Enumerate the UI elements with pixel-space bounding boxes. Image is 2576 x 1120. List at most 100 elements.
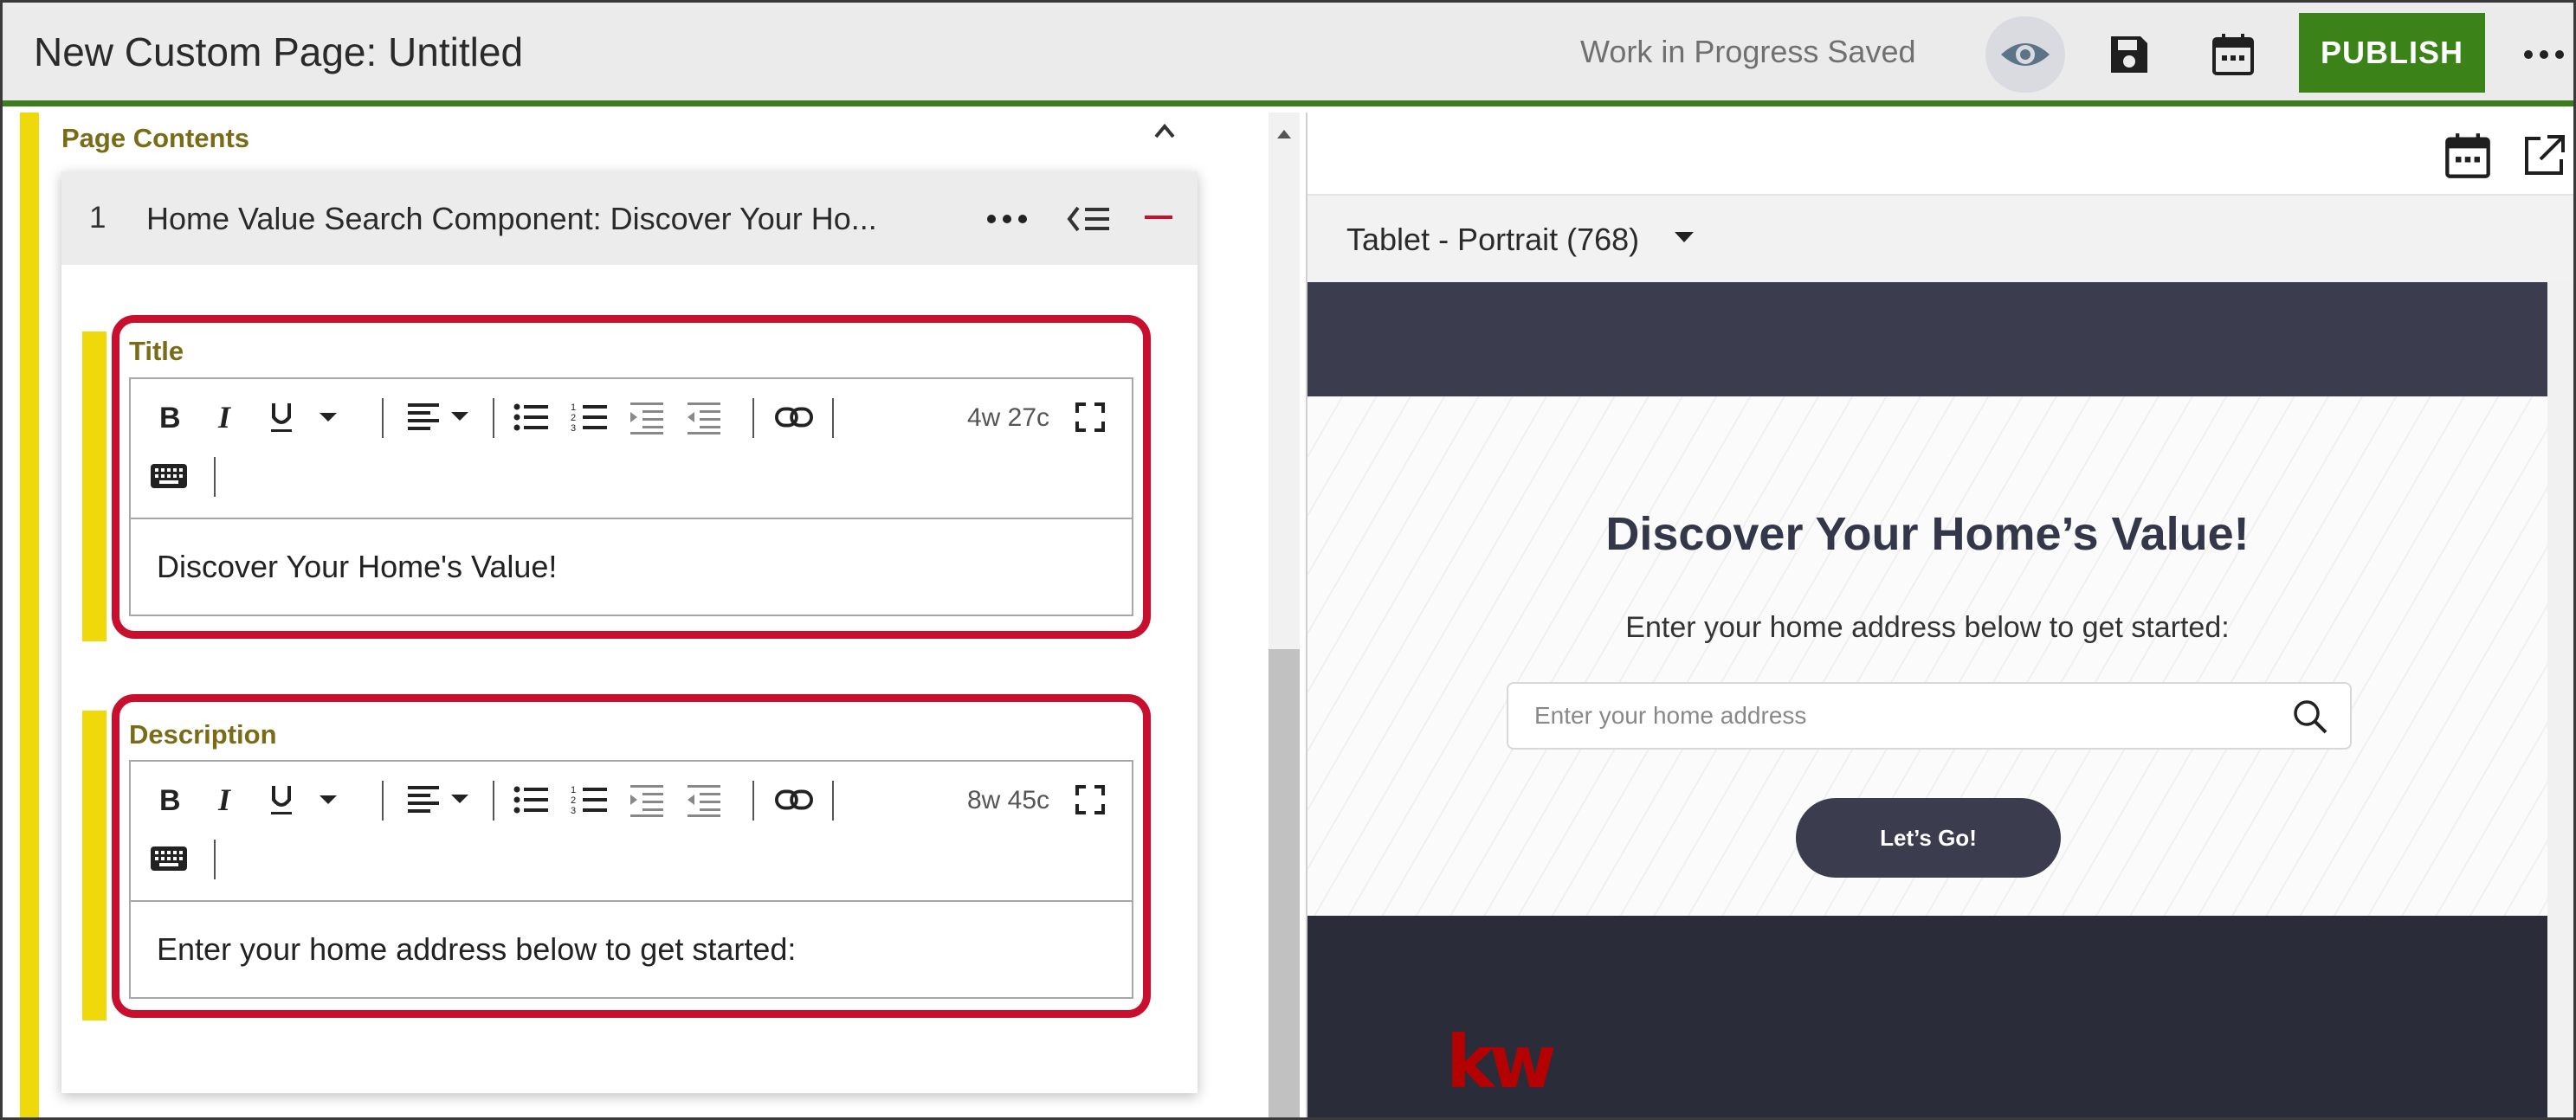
keyboard-button[interactable]: [150, 457, 188, 495]
preview-footer: kw: [1307, 916, 2547, 1117]
preview-top-band: [1307, 282, 2547, 396]
preview-eye-button[interactable]: [1985, 16, 2065, 93]
preview-schedule-button[interactable]: [2444, 132, 2492, 180]
title-field-accent: [82, 331, 107, 641]
indent-icon: [630, 402, 663, 434]
preview-heading: Discover Your Home’s Value!: [1605, 508, 2250, 560]
toolbar-divider: [752, 398, 754, 438]
bold-button[interactable]: B: [150, 781, 188, 819]
toolbar-divider: [832, 781, 834, 821]
svg-text:I: I: [217, 402, 232, 433]
toolbar-divider: [752, 781, 754, 821]
bold-icon: B: [159, 784, 181, 815]
caret-down-icon: [320, 795, 337, 804]
collapse-fields-button[interactable]: [1066, 197, 1114, 241]
bulleted-list-button[interactable]: [512, 781, 550, 819]
minus-icon: [1145, 216, 1172, 219]
underline-button[interactable]: [262, 781, 300, 819]
bulleted-list-button[interactable]: [512, 398, 550, 436]
component-number: 1: [89, 201, 107, 235]
numbered-list-icon: 123: [571, 785, 607, 816]
indent-icon: [630, 785, 663, 817]
search-icon[interactable]: [2291, 698, 2329, 736]
outdent-button[interactable]: [685, 398, 723, 436]
preview-scrollbar[interactable]: [2547, 282, 2573, 1117]
device-selector[interactable]: Tablet - Portrait (768): [1346, 222, 1639, 258]
device-dropdown-button[interactable]: [1671, 227, 1697, 248]
title-text-area[interactable]: Discover Your Home's Value!: [131, 519, 1132, 615]
underline-button[interactable]: [262, 398, 300, 436]
link-button[interactable]: [775, 781, 813, 819]
toolbar-divider: [214, 457, 216, 497]
numbered-list-button[interactable]: 123: [571, 398, 609, 436]
indent-button[interactable]: [628, 398, 666, 436]
publish-button[interactable]: PUBLISH: [2299, 13, 2485, 93]
preview-topbar: [1307, 113, 2573, 196]
lets-go-button[interactable]: Let’s Go!: [1796, 798, 2061, 878]
svg-text:2: 2: [571, 413, 576, 423]
collapse-section-button[interactable]: [1150, 118, 1179, 144]
title-word-count: 4w 27c: [967, 403, 1050, 432]
link-button[interactable]: [775, 398, 813, 436]
save-button[interactable]: [2089, 16, 2169, 93]
svg-text:3: 3: [571, 423, 576, 434]
more-format-dropdown[interactable]: [309, 398, 347, 436]
description-toolbar: B I 123 8w 45c: [131, 762, 1132, 902]
schedule-button[interactable]: [2193, 16, 2273, 93]
address-input[interactable]: [1508, 684, 2270, 748]
svg-text:2: 2: [571, 795, 576, 806]
editor-panel: Page Contents 1 Home Value Search Compon…: [3, 113, 1306, 1117]
outdent-icon: [688, 402, 720, 434]
component-more-button[interactable]: [981, 197, 1033, 241]
description-text-area[interactable]: Enter your home address below to get sta…: [131, 902, 1132, 997]
keyboard-icon: [151, 464, 187, 488]
scroll-up-button[interactable]: [1272, 125, 1296, 144]
fullscreen-button[interactable]: [1071, 398, 1109, 436]
outdent-button[interactable]: [685, 781, 723, 819]
open-external-button[interactable]: [2520, 132, 2568, 180]
component-header[interactable]: 1 Home Value Search Component: Discover …: [61, 171, 1198, 265]
more-icon: [987, 215, 1027, 223]
remove-component-button[interactable]: [1140, 196, 1178, 239]
svg-text:I: I: [217, 784, 232, 815]
underline-icon: [271, 786, 292, 814]
svg-text:B: B: [159, 784, 181, 815]
italic-button[interactable]: I: [207, 781, 245, 819]
keyboard-button[interactable]: [150, 840, 188, 878]
align-dropdown[interactable]: [406, 398, 475, 436]
more-icon: [2524, 50, 2564, 59]
kw-logo: kw: [1446, 1020, 1556, 1104]
italic-icon: I: [217, 402, 232, 433]
collapse-list-icon: [1067, 206, 1109, 232]
numbered-list-icon: 123: [571, 402, 607, 434]
toolbar-divider: [832, 398, 834, 438]
chevron-up-icon: [1154, 123, 1175, 138]
component-title: Home Value Search Component: Discover Yo…: [146, 201, 877, 236]
align-dropdown[interactable]: [406, 781, 475, 819]
more-format-dropdown[interactable]: [309, 781, 347, 819]
indent-button[interactable]: [628, 781, 666, 819]
more-options-button[interactable]: [2514, 18, 2573, 91]
bold-button[interactable]: B: [150, 398, 188, 436]
external-link-icon: [2525, 135, 2565, 175]
numbered-list-button[interactable]: 123: [571, 781, 609, 819]
underline-icon: [271, 403, 292, 432]
description-field-label: Description: [129, 719, 277, 750]
calendar-icon: [2212, 34, 2254, 75]
preview-subheading: Enter your home address below to get sta…: [1625, 611, 2230, 644]
page-contents-label: Page Contents: [61, 123, 250, 153]
bulleted-list-icon: [513, 403, 548, 431]
italic-button[interactable]: I: [207, 398, 245, 436]
keyboard-icon: [151, 846, 187, 871]
caret-down-icon: [320, 413, 337, 422]
svg-text:1: 1: [571, 785, 576, 795]
svg-text:1: 1: [571, 402, 576, 413]
toolbar-divider: [382, 781, 384, 821]
editor-scrollbar-thumb[interactable]: [1269, 649, 1300, 1117]
fullscreen-button[interactable]: [1071, 781, 1109, 819]
save-status: Work in Progress Saved: [1580, 34, 1916, 69]
align-left-icon: [408, 403, 468, 430]
description-word-count: 8w 45c: [967, 786, 1050, 814]
description-editor: B I 123 8w 45c Enter your home address b…: [129, 760, 1133, 999]
caret-down-icon: [1675, 232, 1694, 242]
